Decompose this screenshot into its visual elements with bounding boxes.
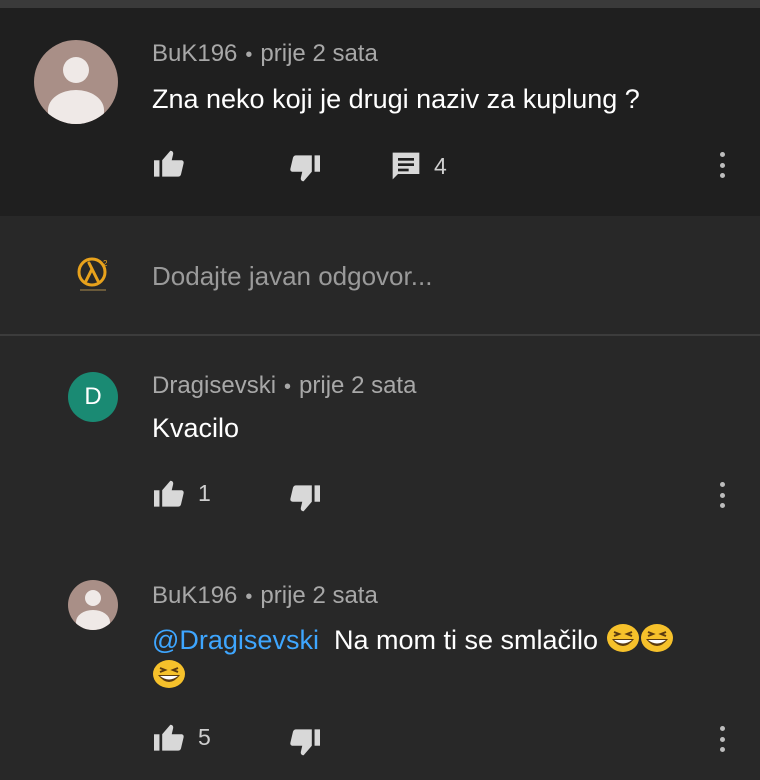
reply-text-body: Na mom ti se smlačilo [333, 625, 599, 655]
thumb-up-icon [154, 480, 184, 507]
reply-count: 4 [434, 152, 447, 179]
like-button[interactable]: 1 [152, 478, 211, 508]
thumb-down-icon [290, 729, 320, 756]
comment-time[interactable]: prije 2 sata [260, 40, 377, 67]
reply-author[interactable]: BuK196 [152, 582, 237, 609]
like-count: 1 [198, 479, 211, 506]
like-button[interactable] [152, 148, 186, 178]
meta-separator: • [284, 376, 292, 398]
dislike-button[interactable] [288, 154, 322, 184]
main-comment: BuK196 • prije 2 sata Zna neko koji je dru… [0, 8, 760, 216]
more-vert-icon[interactable] [712, 148, 732, 182]
thumb-down-icon [290, 155, 320, 182]
reply-meta: Dragisevski • prije 2 sata [152, 372, 416, 400]
grinning-squinting-face-icon [606, 624, 639, 652]
reply-author[interactable]: Dragisevski [152, 372, 276, 399]
mention-link[interactable]: @Dragisevski [152, 625, 319, 655]
replies-button[interactable]: 4 [390, 150, 447, 182]
like-button[interactable]: 5 [152, 722, 211, 752]
thumb-up-icon [154, 150, 184, 177]
meta-separator: • [245, 586, 253, 608]
avatar[interactable] [68, 580, 118, 630]
divider [0, 334, 760, 336]
avatar[interactable]: D [68, 372, 118, 422]
dislike-button[interactable] [288, 728, 322, 758]
reply-input-row: 2 [0, 216, 760, 334]
comment-text: Zna neko koji je drugi naziv za kuplung … [152, 84, 640, 114]
reply-text: Kvacilo [152, 413, 240, 443]
reply-text: @Dragisevski Na mom ti se smlačilo [152, 622, 674, 694]
comment-meta: BuK196 • prije 2 sata [152, 40, 378, 68]
thumb-down-icon [290, 485, 320, 512]
reply-input[interactable] [152, 258, 712, 294]
reply-comment-icon [392, 152, 420, 180]
reply-meta: BuK196 • prije 2 sata [152, 582, 378, 610]
comment-author[interactable]: BuK196 [152, 40, 237, 67]
meta-separator: • [245, 44, 253, 66]
grinning-squinting-face-icon [640, 624, 673, 652]
reply-time[interactable]: prije 2 sata [299, 372, 416, 399]
top-edge-bar [0, 0, 760, 8]
reply-time[interactable]: prije 2 sata [260, 582, 377, 609]
like-count: 5 [198, 723, 211, 750]
half-life-logo-icon[interactable]: 2 [74, 254, 114, 294]
avatar[interactable] [34, 40, 118, 124]
grinning-squinting-face-icon [153, 660, 185, 688]
thumb-up-icon [154, 724, 184, 751]
dislike-button[interactable] [288, 484, 322, 514]
more-vert-icon[interactable] [712, 478, 732, 512]
svg-text:2: 2 [103, 259, 108, 268]
more-vert-icon[interactable] [712, 722, 732, 756]
